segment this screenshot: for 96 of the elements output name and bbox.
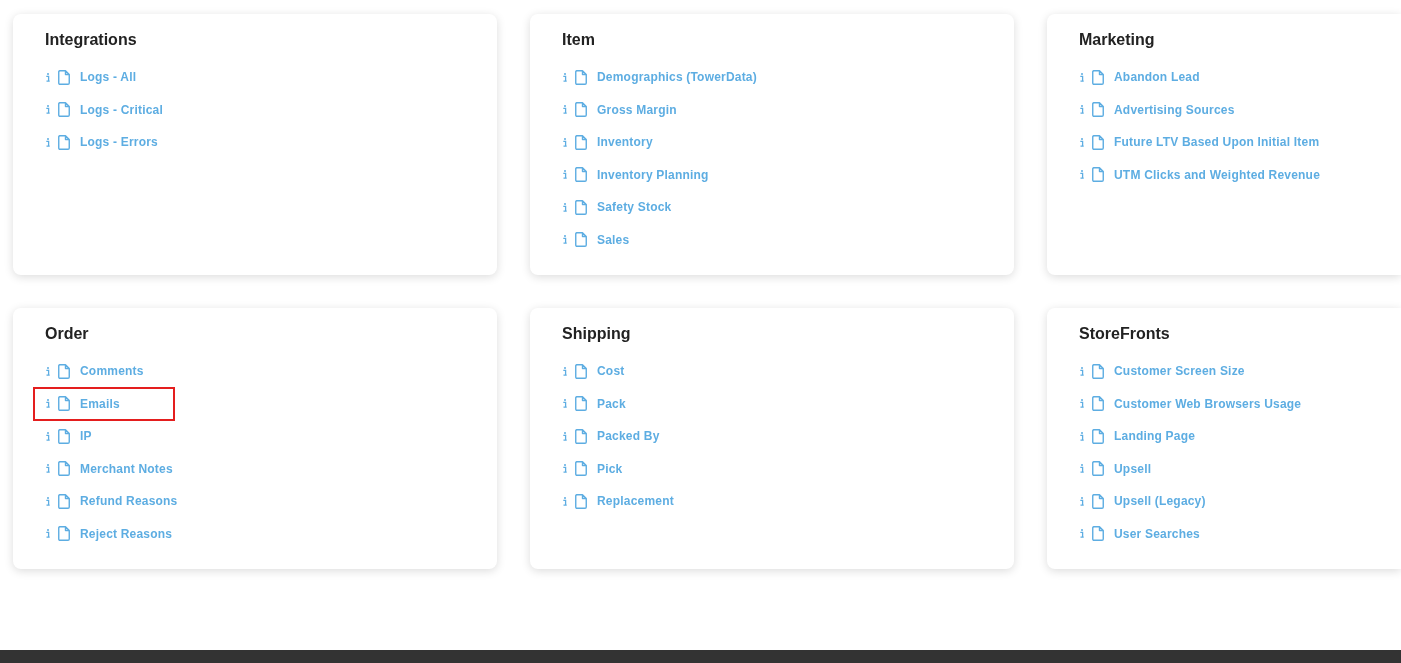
card-title: Marketing: [1079, 30, 1155, 50]
report-link[interactable]: User Searches: [1079, 524, 1200, 543]
report-link[interactable]: Inventory Planning: [562, 165, 709, 184]
file-icon: [58, 526, 70, 542]
info-icon[interactable]: [563, 496, 567, 506]
report-link[interactable]: Upsell: [1079, 459, 1152, 478]
report-link[interactable]: Demographics (TowerData): [562, 68, 757, 87]
file-icon: [575, 232, 587, 248]
report-link[interactable]: Replacement: [562, 492, 674, 511]
file-icon: [575, 493, 587, 509]
info-icon[interactable]: [563, 202, 567, 212]
info-icon[interactable]: [563, 170, 567, 180]
report-link[interactable]: Landing Page: [1079, 427, 1196, 446]
file-icon: [575, 102, 587, 118]
file-icon: [1092, 461, 1104, 477]
file-icon: [575, 167, 587, 183]
info-icon[interactable]: [1080, 431, 1084, 441]
report-link[interactable]: Inventory: [562, 133, 653, 152]
info-icon[interactable]: [46, 431, 50, 441]
info-icon[interactable]: [46, 72, 50, 82]
file-icon: [575, 461, 587, 477]
file-icon: [1092, 526, 1104, 542]
info-icon[interactable]: [46, 496, 50, 506]
report-link[interactable]: Customer Web Browsers Usage: [1079, 394, 1302, 413]
report-link[interactable]: Logs - Errors: [45, 133, 158, 152]
file-icon: [1092, 363, 1104, 379]
file-icon: [58, 134, 70, 150]
report-link[interactable]: Emails: [33, 386, 175, 421]
file-icon: [58, 461, 70, 477]
card-title: StoreFronts: [1079, 324, 1170, 344]
info-icon[interactable]: [46, 529, 50, 539]
info-icon[interactable]: [563, 235, 567, 245]
report-link[interactable]: Reject Reasons: [45, 524, 173, 543]
card-title: Order: [45, 324, 89, 344]
info-icon[interactable]: [1080, 170, 1084, 180]
file-icon: [1092, 102, 1104, 118]
report-link[interactable]: Pick: [562, 459, 623, 478]
report-link[interactable]: Sales: [562, 230, 630, 249]
report-link[interactable]: Comments: [45, 362, 144, 381]
info-icon[interactable]: [1080, 399, 1084, 409]
report-link[interactable]: Future LTV Based Upon Initial Item: [1079, 133, 1320, 152]
report-link[interactable]: Abandon Lead: [1079, 68, 1200, 87]
file-icon: [1092, 69, 1104, 85]
report-link[interactable]: Logs - All: [45, 68, 137, 87]
info-icon[interactable]: [1080, 105, 1084, 115]
report-link[interactable]: Pack: [562, 394, 626, 413]
report-link[interactable]: UTM Clicks and Weighted Revenue: [1079, 165, 1321, 184]
info-icon[interactable]: [563, 464, 567, 474]
info-icon[interactable]: [1080, 72, 1084, 82]
file-icon: [1092, 167, 1104, 183]
file-icon: [58, 363, 70, 379]
file-icon: [575, 199, 587, 215]
info-icon[interactable]: [1080, 464, 1084, 474]
card-title: Shipping: [562, 324, 631, 344]
report-link[interactable]: Logs - Critical: [45, 100, 163, 119]
info-icon[interactable]: [1080, 137, 1084, 147]
info-icon[interactable]: [1080, 496, 1084, 506]
file-icon: [575, 363, 587, 379]
card-title: Item: [562, 30, 595, 50]
file-icon: [58, 493, 70, 509]
file-icon: [575, 69, 587, 85]
info-icon[interactable]: [46, 366, 50, 376]
report-link[interactable]: Merchant Notes: [45, 459, 173, 478]
info-icon[interactable]: [563, 137, 567, 147]
info-icon[interactable]: [563, 431, 567, 441]
info-icon[interactable]: [46, 137, 50, 147]
report-link[interactable]: Packed By: [562, 427, 660, 446]
report-link[interactable]: IP: [45, 427, 92, 446]
file-icon: [1092, 493, 1104, 509]
info-icon[interactable]: [563, 366, 567, 376]
file-icon: [58, 69, 70, 85]
report-link[interactable]: Upsell (Legacy): [1079, 492, 1206, 511]
info-icon[interactable]: [563, 399, 567, 409]
file-icon: [1092, 428, 1104, 444]
file-icon: [1092, 396, 1104, 412]
file-icon: [58, 102, 70, 118]
report-link[interactable]: Cost: [562, 362, 625, 381]
info-icon[interactable]: [46, 105, 50, 115]
file-icon: [575, 428, 587, 444]
file-icon: [1092, 134, 1104, 150]
file-icon: [58, 396, 70, 412]
info-icon[interactable]: [46, 399, 50, 409]
report-link[interactable]: Advertising Sources: [1079, 100, 1235, 119]
report-link[interactable]: Refund Reasons: [45, 492, 178, 511]
report-link[interactable]: Customer Screen Size: [1079, 362, 1245, 381]
card-title: Integrations: [45, 30, 137, 50]
file-icon: [575, 134, 587, 150]
file-icon: [575, 396, 587, 412]
info-icon[interactable]: [46, 464, 50, 474]
info-icon[interactable]: [563, 72, 567, 82]
file-icon: [58, 428, 70, 444]
info-icon[interactable]: [1080, 366, 1084, 376]
report-link[interactable]: Gross Margin: [562, 100, 677, 119]
info-icon[interactable]: [563, 105, 567, 115]
info-icon[interactable]: [1080, 529, 1084, 539]
report-link[interactable]: Safety Stock: [562, 198, 672, 217]
